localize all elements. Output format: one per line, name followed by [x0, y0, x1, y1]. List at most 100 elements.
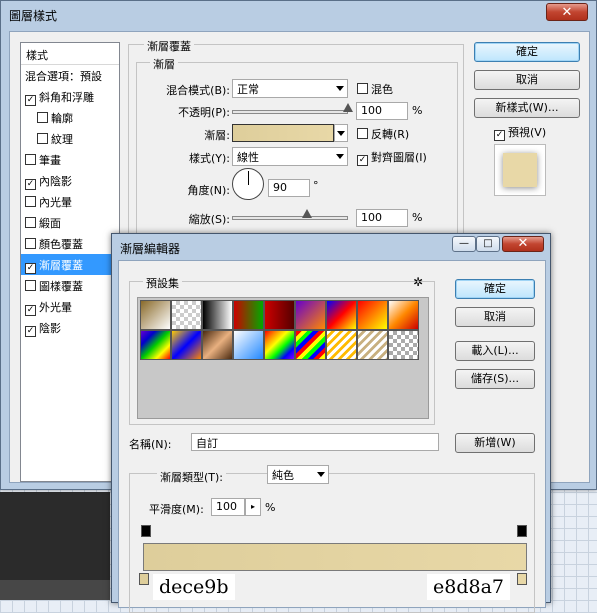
scale-slider-thumb[interactable] [301, 209, 312, 218]
reverse-checkbox[interactable]: 反轉(R) [357, 126, 409, 142]
angle-dial[interactable] [232, 168, 264, 200]
gradient-preset-swatch[interactable] [295, 330, 326, 360]
minimize-button[interactable]: — [452, 236, 476, 252]
scale-input[interactable]: 100 [356, 209, 408, 227]
opacity-input[interactable]: 100 [356, 102, 408, 120]
load-button[interactable]: 載入(L)... [455, 341, 535, 361]
style-list-item-label: 顏色覆蓋 [39, 238, 83, 251]
gradient-preset-swatch[interactable] [233, 300, 264, 330]
style-list-item[interactable]: 混合選項：預設 [21, 65, 119, 86]
gradient-preset-swatch[interactable] [357, 300, 388, 330]
gradient-picker-button[interactable] [334, 124, 348, 142]
opacity-percent: % [412, 104, 423, 117]
gradient-type-value: 純色 [272, 469, 294, 482]
editor-cancel-button[interactable]: 取消 [455, 307, 535, 327]
style-list-item[interactable]: 筆畫 [21, 149, 119, 170]
gradient-preset-swatch[interactable] [264, 300, 295, 330]
chevron-down-icon [336, 154, 344, 159]
gradient-preset-swatch[interactable] [295, 300, 326, 330]
gradient-preview-bar[interactable] [143, 543, 527, 571]
smoothness-input[interactable]: 100 [211, 498, 245, 516]
maximize-icon: □ [483, 238, 493, 249]
save-button[interactable]: 儲存(S)... [455, 369, 535, 389]
preview-checkbox[interactable]: ✓ 預視(V) [494, 124, 546, 141]
color-stop-left[interactable] [139, 573, 149, 585]
gradient-preset-swatch[interactable] [357, 330, 388, 360]
gradient-preset-swatch[interactable] [171, 330, 202, 360]
check-icon[interactable]: ✓ [25, 95, 36, 106]
style-list-item[interactable]: ✓ 內陰影 [21, 170, 119, 191]
close-icon: ✕ [561, 5, 573, 20]
style-list-item[interactable]: 紋理 [21, 128, 119, 149]
maximize-button[interactable]: □ [476, 236, 500, 252]
gradient-preset-swatch[interactable] [388, 330, 419, 360]
preview-swatch [503, 153, 537, 187]
opacity-stop-left[interactable] [141, 525, 151, 537]
gradient-preset-swatch[interactable] [171, 300, 202, 330]
gradient-preset-swatch[interactable] [202, 330, 233, 360]
gradient-preset-swatch[interactable] [140, 300, 171, 330]
checkbox-icon[interactable] [37, 133, 48, 144]
opacity-slider[interactable] [232, 110, 348, 114]
check-icon[interactable]: ✓ [25, 263, 36, 274]
gradient-swatch[interactable] [232, 124, 334, 142]
checkbox-icon[interactable] [25, 196, 36, 207]
gradient-preset-swatch[interactable] [140, 330, 171, 360]
opacity-slider-thumb[interactable] [343, 103, 353, 112]
gradient-style-value: 線性 [237, 151, 259, 164]
ok-button[interactable]: 確定 [474, 42, 580, 62]
smoothness-percent: % [265, 501, 276, 514]
scale-slider[interactable] [232, 216, 348, 220]
gradient-style-select[interactable]: 線性 [232, 147, 348, 166]
style-list-item[interactable]: ✓ 漸層覆蓋 [21, 254, 119, 275]
scale-label: 縮放(S): [188, 213, 230, 226]
style-list-item[interactable]: 顏色覆蓋 [21, 233, 119, 254]
checkbox-icon[interactable] [37, 112, 48, 123]
check-icon[interactable]: ✓ [25, 179, 36, 190]
reverse-label: 反轉(R) [371, 128, 410, 141]
style-list-item[interactable]: ✓ 斜角和浮雕 [21, 86, 119, 107]
style-list-item-label: 緞面 [39, 217, 61, 230]
smoothness-stepper[interactable]: ▸ [245, 498, 261, 516]
gradient-preset-swatch[interactable] [264, 330, 295, 360]
style-list-item[interactable]: ✓ 陰影 [21, 317, 119, 338]
opacity-label: 不透明(P): [178, 106, 230, 119]
check-icon[interactable]: ✓ [25, 326, 36, 337]
checkbox-icon[interactable] [25, 217, 36, 228]
new-style-button[interactable]: 新樣式(W)... [474, 98, 580, 118]
name-input[interactable]: 自訂 [191, 433, 439, 451]
cancel-button[interactable]: 取消 [474, 70, 580, 90]
align-layer-checkbox[interactable]: ✓ 對齊圖層(I) [357, 149, 427, 166]
gradient-preset-swatch[interactable] [202, 300, 233, 330]
new-gradient-button[interactable]: 新增(W) [455, 433, 535, 453]
style-list-item[interactable]: 圖樣覆蓋 [21, 275, 119, 296]
checkbox-icon[interactable] [25, 280, 36, 291]
close-button[interactable]: ✕ [502, 236, 544, 252]
color-stop-right[interactable] [517, 573, 527, 585]
gradient-label: 漸層: [204, 129, 230, 142]
gradient-preset-swatch[interactable] [388, 300, 419, 330]
check-icon[interactable]: ✓ [25, 305, 36, 316]
style-list-item[interactable]: 內光暈 [21, 191, 119, 212]
checkbox-icon[interactable] [25, 154, 36, 165]
style-list-item-label: 斜角和浮雕 [39, 91, 94, 104]
angle-input[interactable]: 90 [268, 179, 310, 197]
gradient-type-select[interactable]: 純色 [267, 465, 329, 484]
style-list-item[interactable]: 緞面 [21, 212, 119, 233]
style-list-item[interactable]: 輪廓 [21, 107, 119, 128]
dither-check-icon [357, 83, 368, 94]
checkbox-icon[interactable] [25, 238, 36, 249]
style-list-item[interactable]: ✓ 外光暈 [21, 296, 119, 317]
dither-checkbox[interactable]: 混色 [357, 81, 393, 97]
gradient-preset-swatch[interactable] [233, 330, 264, 360]
preview-thumbnail [494, 144, 546, 196]
close-button[interactable]: ✕ [546, 3, 588, 21]
gradient-preset-swatch[interactable] [326, 300, 357, 330]
gradient-preset-swatch[interactable] [326, 330, 357, 360]
editor-ok-button[interactable]: 確定 [455, 279, 535, 299]
scale-percent: % [412, 211, 423, 224]
gear-icon[interactable]: ✲ [413, 275, 423, 289]
opacity-stop-right[interactable] [517, 525, 527, 537]
blend-mode-select[interactable]: 正常 [232, 79, 348, 98]
style-list-item-label: 陰影 [39, 322, 61, 335]
